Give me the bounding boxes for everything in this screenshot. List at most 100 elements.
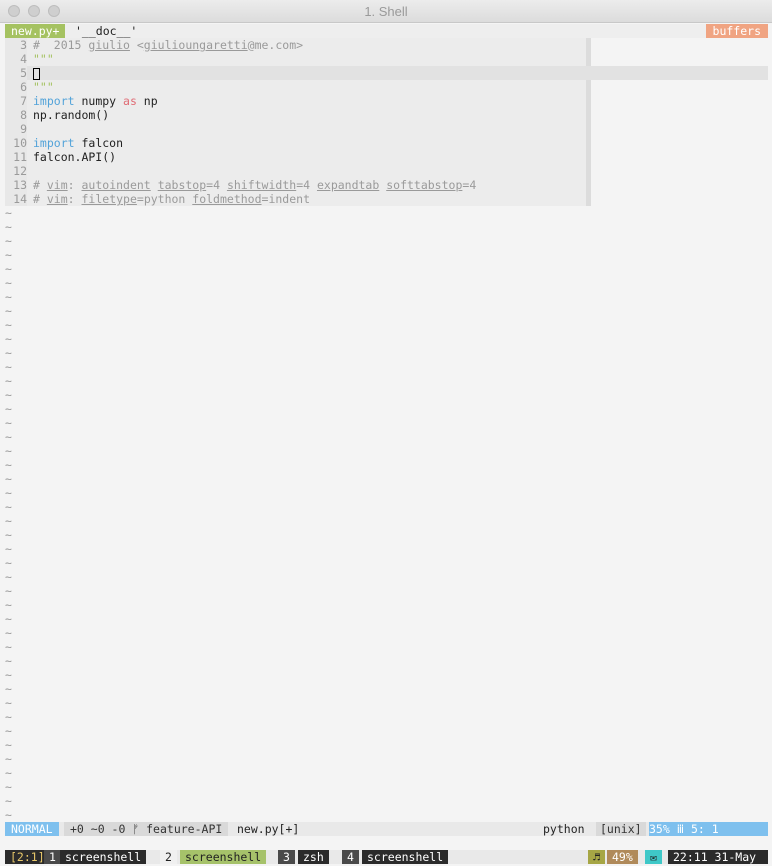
code-line[interactable]: 13 # vim: autoindent tabstop=4 shiftwidth… [5,178,586,192]
vim-statusline: NORMAL +0 ~0 -0 ᚠ feature-API new.py[+] … [5,822,768,836]
code-line[interactable]: 5 [5,66,768,80]
tmux-statusbar: [2:1] 1 screenshell 2 screenshell 3 zsh … [5,850,768,864]
tmux-window-number[interactable]: 2 [160,850,177,864]
tilde-line: ~ [5,290,12,304]
code-line[interactable]: 8 np.random() [5,108,586,122]
tilde-line: ~ [5,388,12,402]
code-text: # vim: autoindent tabstop=4 shiftwidth=4… [33,178,477,192]
code-line[interactable]: 6 """ [5,80,586,94]
title-bar: 1. Shell [0,0,772,23]
code-text: import falcon [33,136,124,150]
mail-icon: ✉ [645,850,662,864]
tilde-line: ~ [5,668,12,682]
line-number: 6 [5,80,27,94]
tilde-line: ~ [5,752,12,766]
terminal-window: 1. Shell new.py+ '__doc__' buffers 3 # 20… [0,0,772,866]
tmux-session: [2:1] [5,850,50,864]
file-type: python [543,822,585,836]
code-line[interactable]: 9 [5,122,586,136]
tilde-line: ~ [5,542,12,556]
line-number: 4 [5,52,27,66]
tilde-line: ~ [5,276,12,290]
tilde-line: ~ [5,766,12,780]
tilde-line: ~ [5,360,12,374]
code-line[interactable]: 3 # 2015 giulio <giulioungaretti@me.com> [5,38,586,52]
tilde-line: ~ [5,220,12,234]
color-column [586,38,591,206]
cursor-position: 35% ⅲ 5: 1 [649,822,768,836]
line-number: 14 [5,192,27,206]
line-number: 11 [5,150,27,164]
code-text: np.random() [33,108,110,122]
vim-tabline: new.py+ '__doc__' buffers [5,24,768,38]
tilde-line: ~ [5,570,12,584]
code-line[interactable]: 4 """ [5,52,586,66]
tmux-window-3[interactable]: zsh [298,850,329,864]
tilde-line: ~ [5,472,12,486]
battery-level: 49% [607,850,638,864]
code-line[interactable]: 12 [5,164,586,178]
tilde-line: ~ [5,500,12,514]
code-text: falcon.API() [33,150,117,164]
code-text: """ [33,52,54,66]
tilde-line: ~ [5,514,12,528]
tilde-line: ~ [5,374,12,388]
current-tag: '__doc__' [75,24,138,38]
tilde-line: ~ [5,682,12,696]
tilde-line: ~ [5,444,12,458]
tilde-line: ~ [5,724,12,738]
tilde-line: ~ [5,612,12,626]
tilde-line: ~ [5,234,12,248]
buffers-label[interactable]: buffers [705,24,768,38]
tilde-line: ~ [5,808,12,822]
tmux-window-1[interactable]: screenshell [60,850,147,864]
music-icon: ♬ [588,850,605,864]
tmux-window-number[interactable]: 4 [342,850,359,864]
code-line[interactable]: 10 import falcon [5,136,586,150]
tilde-line: ~ [5,528,12,542]
line-number: 3 [5,38,27,52]
clock: 22:11 31-May [668,850,768,864]
code-line[interactable]: 7 import numpy as np [5,94,586,108]
tilde-line: ~ [5,262,12,276]
tilde-line: ~ [5,696,12,710]
tilde-line: ~ [5,458,12,472]
tilde-line: ~ [5,430,12,444]
tilde-line: ~ [5,738,12,752]
tilde-line: ~ [5,780,12,794]
tmux-window-4[interactable]: screenshell [362,850,449,864]
buffer-tab-new-py[interactable]: new.py+ [5,24,66,38]
tilde-line: ~ [5,304,12,318]
code-text [33,66,40,80]
tilde-line: ~ [5,206,12,220]
tilde-line: ~ [5,556,12,570]
tilde-line: ~ [5,598,12,612]
code-line[interactable]: 11 falcon.API() [5,150,586,164]
code-text: """ [33,80,54,94]
window-title: 1. Shell [364,4,408,19]
tmux-window-number[interactable]: 1 [44,850,61,864]
tilde-line: ~ [5,654,12,668]
tmux-window-number[interactable]: 3 [278,850,295,864]
code-text: # vim: filetype=python foldmethod=indent [33,192,310,206]
tilde-line: ~ [5,346,12,360]
line-number: 10 [5,136,27,150]
tilde-line: ~ [5,318,12,332]
line-number: 13 [5,178,27,192]
tilde-line: ~ [5,640,12,654]
line-number: 5 [5,66,27,80]
tilde-line: ~ [5,584,12,598]
tilde-line: ~ [5,794,12,808]
line-number: 7 [5,94,27,108]
line-number: 9 [5,122,27,136]
file-name: new.py[+] [237,822,300,836]
line-number: 8 [5,108,27,122]
line-number: 12 [5,164,27,178]
tilde-line: ~ [5,248,12,262]
mode-indicator: NORMAL [5,822,59,836]
tmux-window-2-active[interactable]: screenshell [180,850,267,864]
tilde-line: ~ [5,710,12,724]
tilde-line: ~ [5,626,12,640]
code-line[interactable]: 14 # vim: filetype=python foldmethod=inde… [5,192,586,206]
tilde-line: ~ [5,486,12,500]
